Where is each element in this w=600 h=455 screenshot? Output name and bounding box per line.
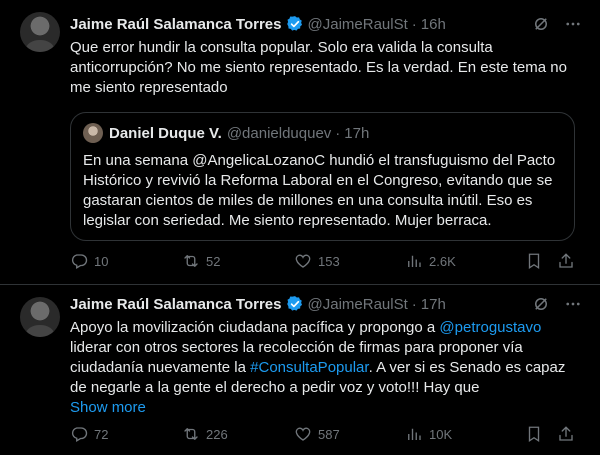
repost-icon [184, 255, 198, 267]
separator-dot: · [411, 15, 417, 33]
reply-count: 72 [94, 426, 109, 442]
tweet-top-actions [532, 15, 582, 33]
tweet-secondary-actions [525, 425, 575, 443]
reply-button[interactable]: 72 [70, 425, 108, 443]
repost-button[interactable]: 226 [182, 425, 228, 443]
tweet-actions: 72 226 587 10K [70, 425, 575, 445]
tweet-text: Apoyo la movilización ciudadana pacífica… [70, 318, 570, 418]
tweet-secondary-actions [525, 252, 575, 270]
mention-link[interactable]: @petrogustavo [439, 319, 541, 336]
reply-icon [71, 427, 88, 442]
author-handle[interactable]: @JaimeRaulSt [308, 296, 408, 313]
avatar[interactable] [20, 12, 60, 52]
author-name[interactable]: Jaime Raúl Salamanca Torres [70, 296, 282, 313]
more-options-icon[interactable] [564, 295, 582, 313]
heart-icon [295, 254, 311, 268]
views-count: 2.6K [429, 253, 456, 269]
hashtag-link[interactable]: #ConsultaPopular [250, 359, 368, 376]
reply-icon [71, 254, 88, 269]
share-icon[interactable] [557, 425, 575, 443]
timestamp[interactable]: 16h [421, 16, 446, 33]
grok-icon[interactable] [532, 295, 550, 313]
timestamp[interactable]: 17h [421, 296, 446, 313]
quoted-header: Daniel Duque V. @danielduquev · 17h [109, 123, 369, 143]
separator-dot: · [335, 124, 341, 142]
repost-button[interactable]: 52 [182, 252, 220, 270]
more-options-icon[interactable] [564, 15, 582, 33]
views-icon [408, 428, 421, 440]
quoted-timestamp: 17h [344, 124, 370, 142]
views-button[interactable]: 2.6K [405, 252, 456, 270]
like-count: 587 [318, 426, 340, 442]
share-icon[interactable] [557, 252, 575, 270]
quoted-author-handle: @danielduquev [226, 124, 332, 142]
tweet-header: Jaime Raúl Salamanca Torres @JaimeRaulSt… [70, 14, 446, 34]
verified-badge-icon [286, 16, 302, 31]
bookmark-icon[interactable] [525, 252, 543, 270]
reply-count: 10 [94, 253, 109, 269]
author-name[interactable]: Jaime Raúl Salamanca Torres [70, 16, 282, 33]
tweet-text-part: Apoyo la movilización ciudadana pacífica… [70, 319, 440, 336]
bookmark-icon[interactable] [525, 425, 543, 443]
quoted-avatar [83, 123, 103, 143]
avatar[interactable] [20, 297, 60, 337]
tweet-header: Jaime Raúl Salamanca Torres @JaimeRaulSt… [70, 294, 446, 314]
like-count: 153 [318, 253, 340, 269]
verified-badge-icon [286, 296, 302, 311]
views-count: 10K [429, 426, 453, 442]
repost-count: 52 [206, 253, 221, 269]
quoted-text: En una semana @AngelicaLozanoC hundió el… [83, 152, 556, 229]
tweet-actions: 10 52 153 2.6K [70, 252, 575, 272]
grok-icon[interactable] [532, 15, 550, 33]
reply-button[interactable]: 10 [70, 252, 108, 270]
quoted-author-name: Daniel Duque V. [109, 124, 222, 142]
views-icon [408, 255, 421, 267]
separator-dot: · [411, 295, 417, 313]
tweet[interactable]: Jaime Raúl Salamanca Torres @JaimeRaulSt… [0, 0, 600, 285]
author-handle[interactable]: @JaimeRaulSt [308, 16, 408, 33]
repost-icon [184, 428, 198, 440]
like-button[interactable]: 587 [294, 425, 340, 443]
heart-icon [295, 427, 311, 441]
quoted-tweet[interactable]: Daniel Duque V. @danielduquev · 17h En u… [70, 112, 575, 241]
show-more-link[interactable]: Show more [70, 399, 146, 416]
tweet-top-actions [532, 295, 582, 313]
views-button[interactable]: 10K [405, 425, 452, 443]
like-button[interactable]: 153 [294, 252, 340, 270]
tweet-text: Que error hundir la consulta popular. So… [70, 39, 567, 96]
tweet[interactable]: Jaime Raúl Salamanca Torres @JaimeRaulSt… [0, 285, 600, 455]
repost-count: 226 [206, 426, 228, 442]
